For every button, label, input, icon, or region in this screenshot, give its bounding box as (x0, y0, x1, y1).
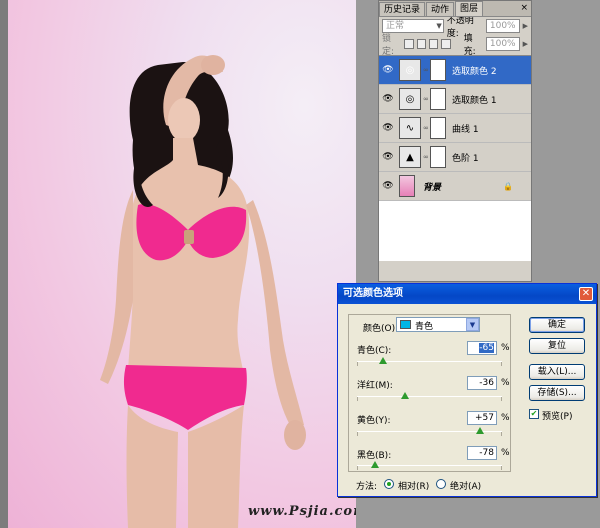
yellow-input[interactable]: +57 (467, 411, 497, 425)
radio-absolute[interactable] (436, 479, 446, 489)
eye-icon[interactable]: 👁 (381, 123, 395, 133)
chevron-down-icon: ▼ (466, 318, 479, 331)
preview-checkbox[interactable]: ✔ (529, 409, 539, 419)
opacity-value: 100% (489, 21, 516, 31)
cyan-input[interactable]: -65 (467, 341, 497, 355)
fill-input[interactable]: 100% (485, 37, 520, 51)
cyan-pct: % (501, 343, 510, 353)
color-value: 青色 (415, 322, 434, 332)
adjustment-thumb-icon: ◎ (399, 59, 421, 81)
layer-name: 曲线 1 (452, 124, 479, 135)
dialog-title: 可选颜色选项 (343, 288, 403, 299)
eye-icon[interactable]: 👁 (381, 152, 395, 162)
magenta-slider-thumb[interactable] (401, 392, 409, 399)
model-photo (100, 55, 306, 528)
black-label: 黑色(B): (357, 451, 392, 461)
reset-button[interactable]: 复位 (529, 338, 585, 354)
opacity-input[interactable]: 100% (485, 19, 520, 33)
eye-icon[interactable]: 👁 (381, 94, 395, 104)
save-button[interactable]: 存储(S)... (529, 385, 585, 401)
chain-icon[interactable]: ∞ (423, 66, 429, 74)
cyan-value: -65 (479, 343, 494, 353)
lock-all-icon[interactable] (441, 39, 451, 49)
canvas-area: www.Psjia.com (0, 0, 378, 528)
eye-icon[interactable]: 👁 (381, 181, 395, 191)
magenta-pct: % (501, 378, 510, 388)
layer-name: 背景 (423, 182, 442, 193)
blend-mode-select[interactable]: 正常 ▼ (382, 19, 444, 33)
selective-color-dialog: 可选颜色选项 ✕ 颜色(O): 青色 ▼ 青色(C): -65 % 洋红(M):… (337, 283, 597, 497)
radio-relative[interactable] (384, 479, 394, 489)
black-value: -78 (479, 448, 494, 458)
magenta-label: 洋红(M): (357, 381, 393, 391)
chevron-down-icon: ▼ (436, 22, 442, 30)
cyan-label: 青色(C): (357, 346, 392, 356)
yellow-value: +57 (475, 413, 494, 423)
opacity-arrow-icon[interactable]: ▶ (523, 22, 528, 30)
color-adjust-group: 颜色(O): 青色 ▼ 青色(C): -65 % 洋红(M): -36 % 黄色… (348, 314, 511, 472)
close-icon[interactable]: ✕ (579, 287, 593, 301)
layer-background[interactable]: 👁 背景 🔒 (379, 172, 531, 201)
levels-thumb-icon: ▲ (399, 146, 421, 168)
lock-transparent-icon[interactable] (404, 39, 414, 49)
load-button[interactable]: 载入(L)... (529, 364, 585, 380)
fill-value: 100% (489, 39, 516, 49)
layer-selective-color-1[interactable]: 👁 ◎ ∞ 选取颜色 1 (379, 85, 531, 114)
panel-close-icon[interactable]: × (520, 3, 528, 13)
fill-arrow-icon[interactable]: ▶ (523, 40, 528, 48)
radio-absolute-label: 绝对(A) (450, 482, 482, 492)
chain-icon[interactable]: ∞ (423, 124, 429, 132)
blend-row: 正常 ▼ 不透明度: 100% ▶ (379, 16, 531, 39)
color-label: 颜色(O): (363, 324, 399, 334)
tab-history[interactable]: 历史记录 (379, 2, 426, 16)
background-thumb (399, 175, 415, 197)
layer-list: 👁 ◎ ∞ 选取颜色 2 👁 ◎ ∞ 选取颜色 1 👁 ∿ ∞ 曲线 1 👁 ▲… (379, 55, 531, 261)
layer-levels-1[interactable]: 👁 ▲ ∞ 色阶 1 (379, 143, 531, 172)
layer-mask-thumb[interactable] (430, 146, 446, 168)
layer-mask-thumb[interactable] (430, 117, 446, 139)
layer-mask-thumb[interactable] (430, 88, 446, 110)
curves-thumb-icon: ∿ (399, 117, 421, 139)
fill-label: 填充: (463, 34, 476, 57)
color-swatch (400, 320, 411, 329)
layer-name: 选取颜色 2 (452, 66, 497, 77)
cyan-slider-thumb[interactable] (379, 357, 387, 364)
yellow-slider-thumb[interactable] (476, 427, 484, 434)
adjustment-thumb-icon: ◎ (399, 88, 421, 110)
tab-actions[interactable]: 动作 (426, 2, 455, 16)
layer-name: 色阶 1 (452, 153, 479, 164)
radio-relative-label: 相对(R) (398, 482, 430, 492)
eye-icon[interactable]: 👁 (381, 65, 395, 75)
magenta-value: -36 (479, 378, 494, 388)
magenta-input[interactable]: -36 (467, 376, 497, 390)
dialog-title-bar[interactable]: 可选颜色选项 ✕ (338, 284, 596, 304)
color-select[interactable]: 青色 ▼ (396, 317, 480, 332)
lock-label: 锁定: (382, 34, 395, 57)
lock-icon: 🔒 (503, 181, 513, 191)
tab-layers[interactable]: 图层 (455, 1, 484, 16)
layer-curves-1[interactable]: 👁 ∿ ∞ 曲线 1 (379, 114, 531, 143)
watermark-text: www.Psjia.com (248, 504, 356, 519)
preview-label: 预览(P) (542, 412, 573, 422)
chain-icon[interactable]: ∞ (423, 95, 429, 103)
lock-position-icon[interactable] (428, 39, 439, 49)
blend-mode-value: 正常 (386, 21, 405, 31)
chain-icon[interactable]: ∞ (423, 153, 429, 161)
layers-panel: 历史记录 动作 图层 × 正常 ▼ 不透明度: 100% ▶ 锁定: 填充: 1… (378, 0, 532, 282)
magenta-slider-ticks (357, 397, 502, 401)
photo-canvas[interactable]: www.Psjia.com (8, 0, 356, 528)
yellow-pct: % (501, 413, 510, 423)
layer-mask-thumb[interactable] (430, 59, 446, 81)
method-label: 方法: (356, 482, 378, 492)
layer-name: 选取颜色 1 (452, 95, 497, 106)
black-input[interactable]: -78 (467, 446, 497, 460)
yellow-label: 黄色(Y): (357, 416, 391, 426)
black-pct: % (501, 448, 510, 458)
lock-image-icon[interactable] (416, 39, 426, 49)
black-slider-thumb[interactable] (371, 461, 379, 468)
layer-selective-color-2[interactable]: 👁 ◎ ∞ 选取颜色 2 (379, 56, 531, 85)
ok-button[interactable]: 确定 (529, 317, 585, 333)
panel-tabs: 历史记录 动作 图层 × (379, 1, 531, 17)
